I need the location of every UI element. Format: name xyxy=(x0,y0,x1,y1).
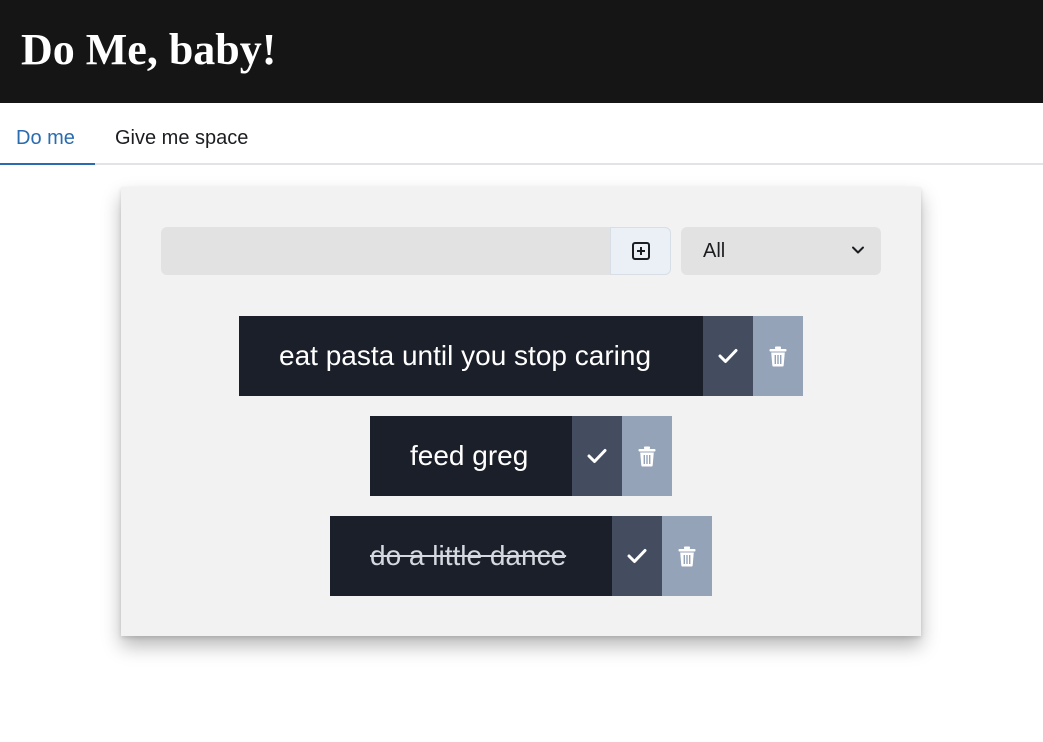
complete-button[interactable] xyxy=(572,416,622,496)
add-todo-button[interactable] xyxy=(610,227,671,275)
tab-bar: Do me Give me space xyxy=(0,103,1043,165)
todo-item: feed greg xyxy=(370,416,672,496)
chevron-down-icon xyxy=(852,246,864,254)
trash-icon xyxy=(678,546,696,566)
trash-icon xyxy=(638,446,656,466)
tab-do-me[interactable]: Do me xyxy=(0,103,95,165)
todo-item: do a little dance xyxy=(330,516,712,596)
complete-button[interactable] xyxy=(703,316,753,396)
delete-button[interactable] xyxy=(622,416,672,496)
new-todo-input[interactable] xyxy=(161,227,611,275)
filter-selected-value: All xyxy=(703,240,726,262)
trash-icon xyxy=(769,346,787,366)
app-title: Do Me, baby! xyxy=(21,25,277,74)
todo-item: eat pasta until you stop caring xyxy=(239,316,803,396)
plus-square-icon xyxy=(631,242,650,260)
check-icon xyxy=(627,549,647,563)
filter-select[interactable]: All xyxy=(681,227,881,275)
todo-text: do a little dance xyxy=(330,516,612,596)
delete-button[interactable] xyxy=(753,316,803,396)
todo-panel: All eat pasta until you stop caring feed… xyxy=(121,187,921,636)
check-icon xyxy=(718,349,738,363)
todo-text: eat pasta until you stop caring xyxy=(239,316,703,396)
complete-button[interactable] xyxy=(612,516,662,596)
tab-give-me-space[interactable]: Give me space xyxy=(115,103,248,165)
check-icon xyxy=(587,449,607,463)
todo-text: feed greg xyxy=(370,416,572,496)
app-header: Do Me, baby! xyxy=(0,0,1043,103)
delete-button[interactable] xyxy=(662,516,712,596)
